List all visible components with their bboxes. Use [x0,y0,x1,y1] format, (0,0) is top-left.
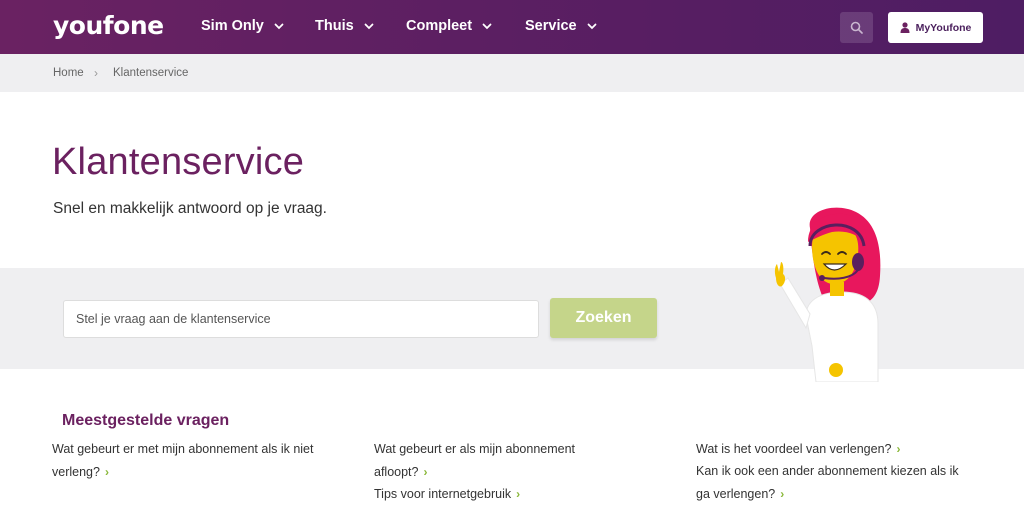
header-search-button[interactable] [840,12,873,43]
faq-link[interactable]: Wat is het voordeel van verlengen? › [696,438,1006,461]
chevron-down-icon [274,23,284,30]
breadcrumb-home[interactable]: Home [53,67,84,79]
page-subtitle: Snel en makkelijk antwoord op je vraag. [53,200,327,217]
faq-link-line2: ga verlengen? [696,486,776,501]
search-submit-button[interactable]: Zoeken [550,298,657,338]
chevron-right-icon: › [516,487,521,501]
chevron-down-icon [587,23,597,30]
nav-compleet[interactable]: Compleet [406,18,493,34]
nav-thuis-label: Thuis [315,18,354,34]
faq-link-line2: verleng? [52,464,100,479]
faq-link-line1: Wat gebeurt er als mijn abonnement [374,442,576,456]
my-youfone-label: MyYoufone [915,21,972,34]
breadcrumb-separator: › [94,66,98,80]
chevron-right-icon: › [423,464,428,479]
search-input[interactable] [63,300,539,338]
faq-link-line1: Wat is het voordeel van verlengen? [696,442,892,456]
chevron-right-icon: › [780,486,785,501]
nav-compleet-label: Compleet [406,18,473,34]
faq-link-line1: Wat gebeurt er met mijn abonnement als i… [52,442,314,456]
chevron-right-icon: › [896,442,901,456]
chevron-down-icon [482,23,492,30]
customer-service-agent-illustration [774,207,881,382]
nav-service-label: Service [525,18,577,34]
faq-link-line2: afloopt? [374,464,419,479]
nav-sim-only-label: Sim Only [201,18,264,34]
faq-link[interactable]: Wat gebeurt er als mijn abonnement afloo… [374,438,674,483]
faq-link[interactable]: Wat gebeurt er met mijn abonnement als i… [52,438,352,483]
chevron-right-icon: › [104,464,109,479]
faq-link-line1: Kan ik ook een ander abonnement kiezen a… [696,464,959,478]
search-icon [850,21,863,34]
breadcrumb-current: Klantenservice [113,67,189,79]
youfone-logo[interactable]: youfone [53,11,164,40]
faq-link[interactable]: Tips voor internetgebruik › [374,483,674,506]
page-title: Klantenservice [52,141,305,183]
faq-link[interactable]: Kan ik ook een ander abonnement kiezen a… [696,460,1006,505]
chevron-down-icon [364,23,374,30]
faq-title: Meestgestelde vragen [62,412,230,429]
user-icon [900,22,910,33]
nav-sim-only[interactable]: Sim Only [201,18,285,34]
top-navigation-bar: youfone Sim Only Thuis Compleet Service … [0,0,1024,54]
breadcrumb: Home › Klantenservice [0,54,1024,92]
nav-service[interactable]: Service [525,18,598,34]
faq-link-line1: Tips voor internetgebruik [374,487,512,501]
my-youfone-button[interactable]: MyYoufone [888,12,983,43]
nav-thuis[interactable]: Thuis [315,18,375,34]
